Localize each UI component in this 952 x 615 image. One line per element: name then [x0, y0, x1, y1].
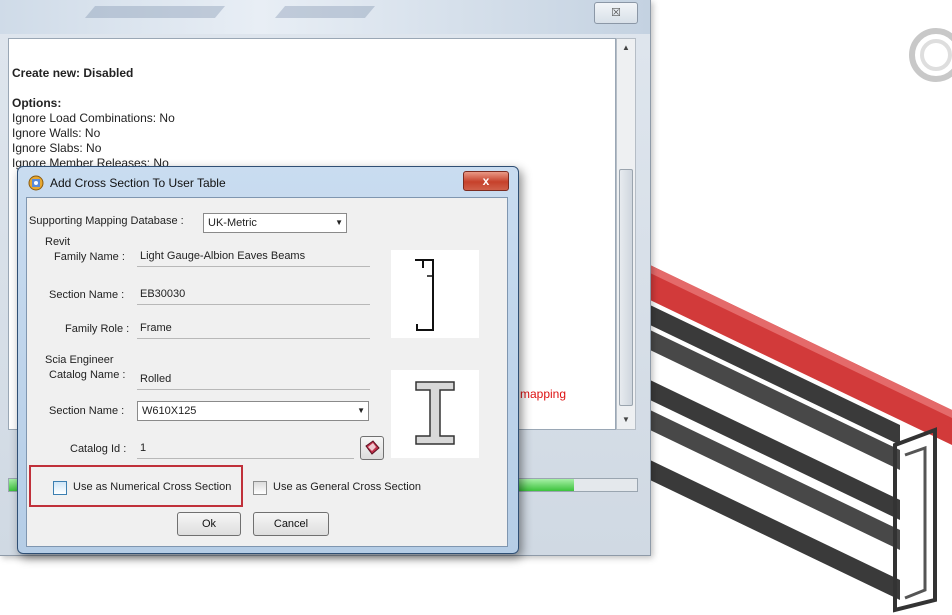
log-side-text: mapping [520, 387, 567, 401]
cancel-button[interactable]: Cancel [253, 512, 329, 536]
beam-geometry [650, 265, 952, 613]
channel-section-icon [391, 250, 479, 338]
ok-button[interactable]: Ok [177, 512, 241, 536]
mapping-db-label: Supporting Mapping Database : [29, 215, 184, 227]
log-window-close-button[interactable]: ☒ [594, 2, 638, 24]
catalog-book-icon [365, 440, 380, 455]
family-role-label: Family Role : [65, 323, 130, 335]
log-line: Ignore Load Combinations: No [12, 111, 175, 125]
dropdown-arrow-icon: ▼ [357, 406, 365, 415]
mapping-db-value: UK-Metric [208, 217, 257, 229]
general-cross-section-label: Use as General Cross Section [273, 481, 421, 493]
close-icon[interactable]: x [463, 171, 509, 191]
catalog-book-button[interactable] [360, 436, 384, 460]
highlight-annotation [29, 465, 243, 507]
revit-section-name-field: EB30030 [137, 284, 370, 305]
scroll-up-icon[interactable]: ▲ [617, 41, 635, 55]
rotate-icon[interactable] [909, 28, 952, 82]
app-icon [28, 175, 44, 191]
catalog-name-label: Catalog Name : [49, 369, 126, 381]
log-window-titlebar: ☒ [0, 0, 650, 34]
catalog-name-field: Rolled [137, 369, 370, 390]
log-line: Ignore Walls: No [12, 126, 101, 140]
log-scrollbar[interactable]: ▲ ▼ [616, 38, 636, 430]
scia-section-name-select[interactable]: W610X125 ▼ [137, 401, 369, 421]
title-glare [84, 6, 226, 18]
catalog-id-label: Catalog Id : [70, 443, 127, 455]
revit-group-label: Revit [45, 236, 71, 248]
log-line: Ignore Slabs: No [12, 141, 102, 155]
family-name-label: Family Name : [54, 251, 125, 263]
mapping-db-select[interactable]: UK-Metric ▼ [203, 213, 347, 233]
dialog-title: Add Cross Section To User Table [50, 176, 226, 190]
general-cross-section-checkbox[interactable] [253, 481, 267, 495]
family-name-field: Light Gauge-Albion Eaves Beams [137, 246, 370, 267]
title-glare [274, 6, 376, 18]
scia-section-name-value: W610X125 [142, 405, 197, 417]
scroll-thumb[interactable] [619, 169, 633, 406]
dropdown-arrow-icon: ▼ [335, 218, 343, 227]
catalog-id-field: 1 [137, 438, 354, 459]
revit-section-name-label: Section Name : [49, 289, 125, 301]
log-line: Create new: Disabled [12, 66, 134, 80]
i-beam-section-icon [391, 370, 479, 458]
family-role-field: Frame [137, 318, 370, 339]
dialog-titlebar[interactable]: Add Cross Section To User Table x [18, 167, 518, 197]
scroll-down-icon[interactable]: ▼ [617, 413, 635, 427]
scia-section-name-label: Section Name : [49, 405, 125, 417]
scia-group-label: Scia Engineer [45, 354, 114, 366]
log-line: Options: [12, 96, 62, 110]
